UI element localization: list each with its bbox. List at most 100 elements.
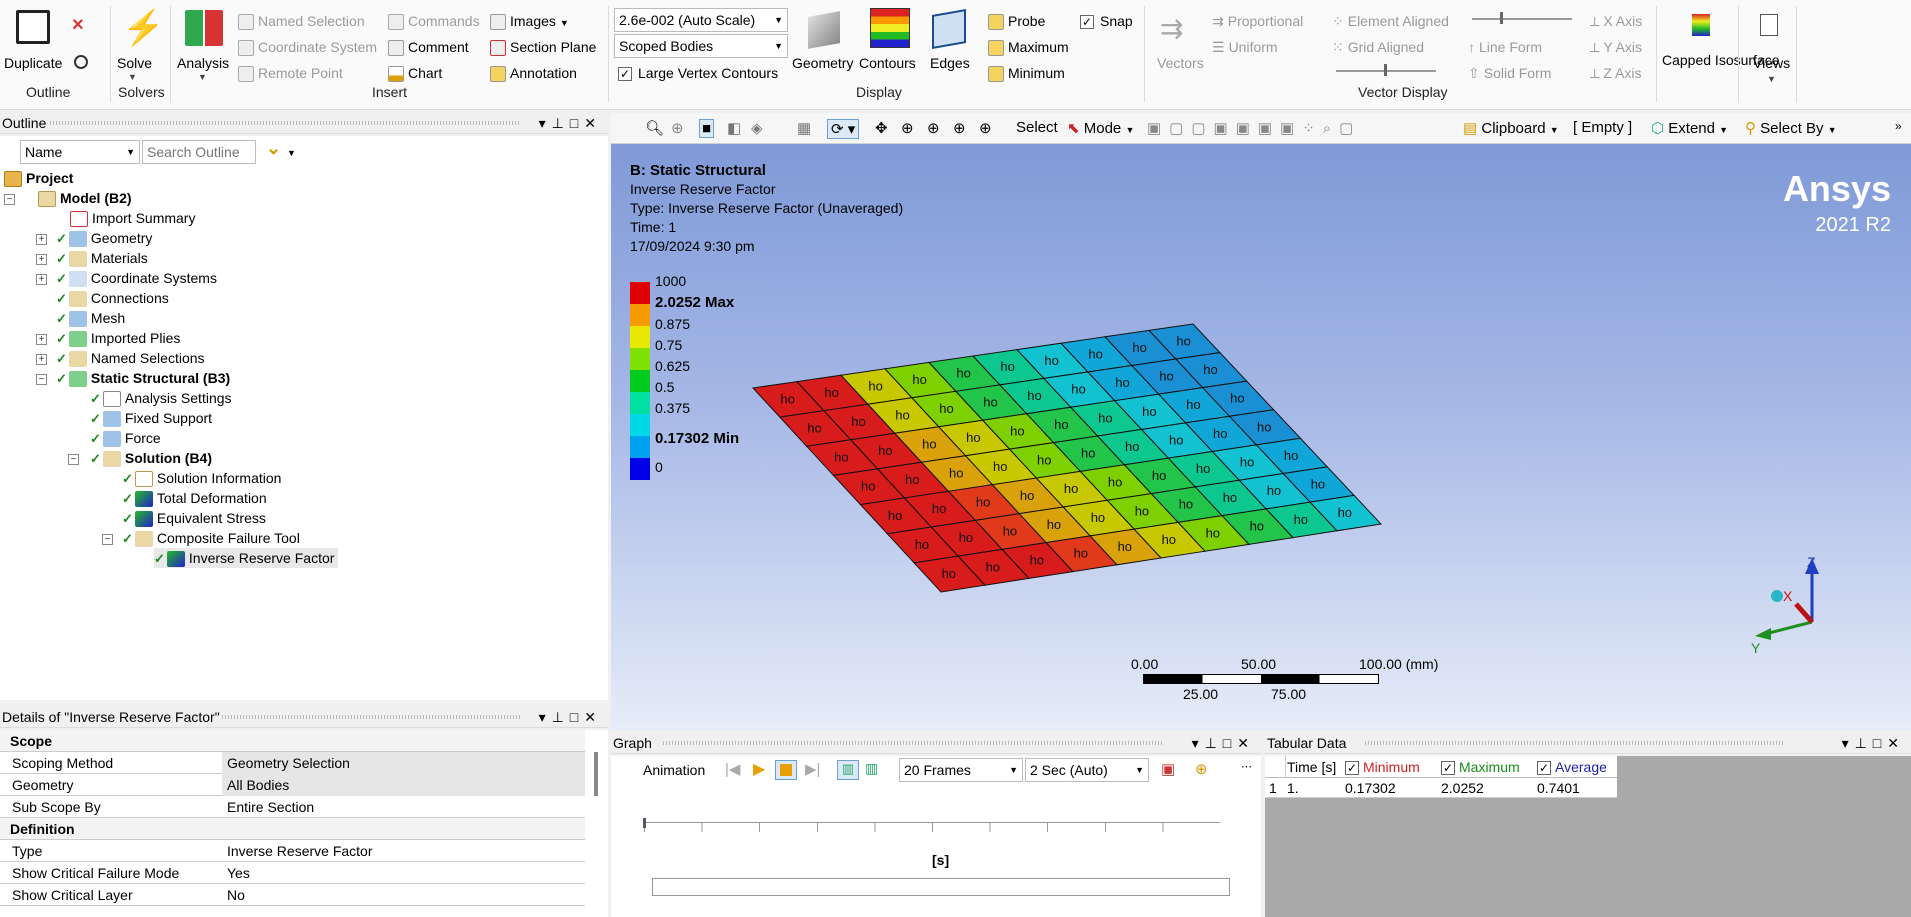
duration-select[interactable]: 2 Sec (Auto) ▼	[1025, 758, 1149, 782]
zoom-box-icon[interactable]: ⊕	[927, 119, 940, 137]
views-button[interactable]: Views	[1753, 54, 1790, 72]
details-row[interactable]: Scoping Method Geometry Selection	[0, 752, 585, 774]
zoom-all-icon[interactable]: ⊕	[953, 119, 966, 137]
distributed-frames-icon[interactable]: ▥	[837, 760, 859, 780]
panel-controls[interactable]: ▾⊥□✕	[1192, 732, 1255, 754]
details-scrollbar[interactable]	[594, 752, 598, 796]
tree-item-import-summary[interactable]: Import Summary	[70, 208, 195, 228]
contours-icon[interactable]	[870, 8, 910, 48]
tree-item-total-deformation[interactable]: ✓ Total Deformation	[122, 488, 267, 508]
proportional-button[interactable]: ⇉ Proportional	[1212, 12, 1303, 30]
details-row[interactable]: Sub Scope By Entire Section	[0, 796, 585, 818]
section-plane-button[interactable]: Section Plane	[490, 38, 596, 57]
z-axis-button[interactable]: ⟂ Z Axis	[1590, 64, 1641, 82]
clipboard-button[interactable]: ▤ Clipboard ▼	[1463, 119, 1559, 137]
commands-button[interactable]: Commands	[388, 12, 480, 31]
edges-icon[interactable]	[932, 9, 966, 49]
wireframe-icon[interactable]: ◧	[727, 119, 741, 137]
annotation-button[interactable]: Annotation	[490, 64, 577, 83]
zoom-fit-icon[interactable]: ⊕	[671, 119, 684, 137]
panel-controls[interactable]: ▾⊥□✕	[539, 112, 602, 134]
contours-button[interactable]: Contours	[859, 54, 916, 72]
col-header-max[interactable]: ✓ Maximum	[1441, 756, 1520, 778]
snap-checkbox[interactable]: ✓ Snap	[1080, 12, 1133, 30]
stop-icon[interactable]	[775, 760, 797, 780]
timeline-bar[interactable]	[652, 878, 1230, 896]
named-selection-button[interactable]: Named Selection	[238, 12, 365, 31]
element-aligned-button[interactable]: ⁘ Element Aligned	[1332, 12, 1449, 30]
tree-item-equivalent-stress[interactable]: ✓ Equivalent Stress	[122, 508, 266, 528]
comment-button[interactable]: Comment	[388, 38, 469, 57]
vectors-button[interactable]: Vectors	[1157, 54, 1204, 72]
result-frames-icon[interactable]: ▥	[865, 760, 878, 777]
layout-icon[interactable]: ▦	[797, 119, 811, 137]
graphics-viewport[interactable]: B: Static Structural Inverse Reserve Fac…	[611, 144, 1911, 730]
panel-controls[interactable]: ▾⊥□✕	[539, 706, 602, 728]
panel-controls[interactable]: ▾⊥□✕	[1842, 732, 1905, 754]
tree-item-mesh[interactable]: ✓ Mesh	[56, 308, 125, 328]
capped-isosurface-icon[interactable]	[1692, 14, 1710, 36]
result-contour-plot[interactable]: ho ho ho ho ho ho ho ho ho hoho ho ho ho ho ho ho ho ho ho…	[611, 144, 1911, 730]
coordinate-system-button[interactable]: Coordinate System	[238, 38, 377, 57]
frames-select[interactable]: 20 Frames ▼	[899, 758, 1023, 782]
uniform-button[interactable]: ☰ Uniform	[1212, 38, 1278, 56]
select-by-button[interactable]: ⚲ Select By ▼	[1745, 119, 1837, 137]
tree-item-fixed-support[interactable]: ✓ Fixed Support	[90, 408, 212, 428]
col-header-avg[interactable]: ✓ Average	[1537, 756, 1607, 778]
render-icon[interactable]: ◈	[751, 119, 763, 137]
solid-form-button[interactable]: ⇧ Solid Form	[1468, 64, 1551, 82]
selection-filters[interactable]: ▣▢▢▣▣▣▣⁘⌕▢	[1147, 119, 1361, 137]
solve-button[interactable]: Solve	[117, 54, 152, 72]
geometry-button[interactable]: Geometry	[792, 54, 853, 72]
expand-icon[interactable]: +	[36, 234, 47, 245]
export-video-icon[interactable]: ▣	[1161, 760, 1175, 778]
chart-button[interactable]: Chart	[388, 64, 442, 83]
tree-item-solution[interactable]: ✓ Solution (B4)	[90, 448, 212, 468]
details-section-definition[interactable]: Definition	[0, 818, 585, 840]
y-axis-button[interactable]: ⟂ Y Axis	[1590, 38, 1642, 56]
search-outline-input[interactable]	[142, 140, 256, 164]
lightning-icon[interactable]: ⚡	[122, 10, 164, 46]
expand-icon[interactable]: +	[36, 274, 47, 285]
rewind-button[interactable]: |◀	[725, 760, 740, 778]
rotate-icon[interactable]: ⟳ ▾	[827, 119, 860, 139]
geometry-icon[interactable]	[808, 11, 840, 49]
tree-item-static-structural[interactable]: ✓ Static Structural (B3)	[56, 368, 230, 388]
vector-length-slider[interactable]	[1472, 12, 1572, 24]
duplicate-icon[interactable]	[16, 10, 50, 44]
analysis-button[interactable]: Analysis	[177, 54, 229, 72]
maximum-button[interactable]: Maximum	[988, 38, 1069, 57]
overflow-icon[interactable]: ⋯	[1241, 760, 1252, 773]
play-icon[interactable]: ▶	[753, 759, 765, 779]
tree-item-composite-failure-tool[interactable]: ✓ Composite Failure Tool	[122, 528, 300, 548]
views-icon[interactable]	[1760, 14, 1778, 36]
vector-density-slider[interactable]	[1336, 64, 1436, 76]
collapse-icon[interactable]: −	[102, 534, 113, 545]
mode-button[interactable]: ⬉ Mode ▼	[1067, 119, 1134, 137]
select-button[interactable]: Select	[1016, 119, 1058, 136]
tree-item-project[interactable]: Project	[4, 168, 73, 188]
filter-select[interactable]: Name ▼	[20, 140, 140, 164]
extend-button[interactable]: ⬡ Extend ▼	[1651, 119, 1728, 137]
tree-item-inverse-reserve-factor[interactable]: ✓ Inverse Reserve Factor	[154, 548, 339, 568]
images-button[interactable]: Images ▼	[490, 12, 569, 32]
remote-point-button[interactable]: Remote Point	[238, 64, 343, 83]
tree-item-force[interactable]: ✓ Force	[90, 428, 161, 448]
large-vertex-checkbox[interactable]: ✓ Large Vertex Contours	[618, 64, 778, 82]
scale-select[interactable]: 2.6e-002 (Auto Scale) ▼	[614, 8, 788, 32]
zoom-in-icon[interactable]: ⊕	[901, 119, 914, 137]
expand-icon[interactable]: +	[36, 354, 47, 365]
toolbar-overflow-icon[interactable]: »	[1895, 119, 1902, 133]
line-form-button[interactable]: ↑ Line Form	[1468, 38, 1542, 56]
col-header-min[interactable]: ✓ Minimum	[1345, 756, 1420, 778]
tree-item-named-selections[interactable]: ✓ Named Selections	[56, 348, 205, 368]
minimum-button[interactable]: Minimum	[988, 64, 1065, 83]
filter-chevron-icon[interactable]: ⌄	[266, 138, 281, 159]
details-row[interactable]: Show Critical Layer No	[0, 884, 585, 906]
col-header-time[interactable]: Time [s]	[1287, 756, 1336, 778]
expand-icon[interactable]: +	[36, 254, 47, 265]
close-icon[interactable]: ×	[72, 14, 84, 37]
details-row[interactable]: Geometry All Bodies	[0, 774, 585, 796]
pan-icon[interactable]: ✥	[875, 119, 888, 137]
tree-item-solution-information[interactable]: ✓ Solution Information	[122, 468, 281, 488]
